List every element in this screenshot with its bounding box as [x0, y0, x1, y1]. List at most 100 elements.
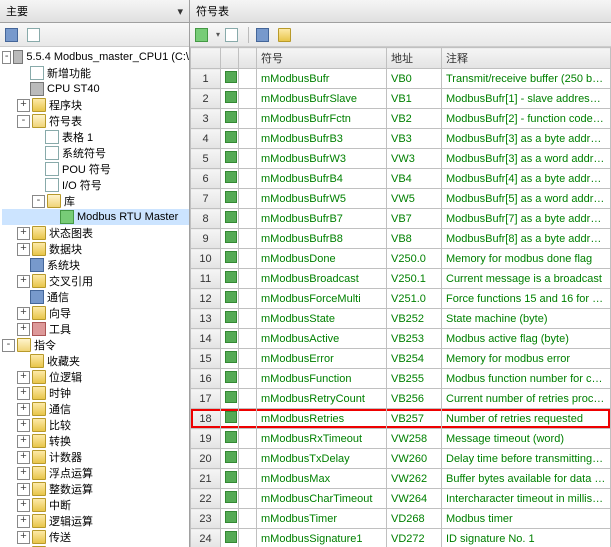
- symbol-cell[interactable]: mModbusBroadcast: [257, 269, 387, 289]
- expand-icon[interactable]: -: [2, 339, 15, 352]
- symbol-cell[interactable]: mModbusState: [257, 309, 387, 329]
- tree-instr[interactable]: 指令: [34, 337, 56, 353]
- symbol-cell[interactable]: mModbusDone: [257, 249, 387, 269]
- symbol-cell[interactable]: mModbusActive: [257, 329, 387, 349]
- rownum-cell[interactable]: 13: [191, 309, 221, 329]
- table-row[interactable]: 9mModbusBufrB8VB8ModbusBufr[8] as a byte…: [191, 229, 611, 249]
- rownum-cell[interactable]: 16: [191, 369, 221, 389]
- flag-cell[interactable]: [221, 69, 239, 89]
- tree-pousym[interactable]: POU 符号: [62, 161, 111, 177]
- flag-cell[interactable]: [221, 509, 239, 529]
- rownum-cell[interactable]: 23: [191, 509, 221, 529]
- rownum-cell[interactable]: 14: [191, 329, 221, 349]
- address-cell[interactable]: VB0: [387, 69, 442, 89]
- address-cell[interactable]: VB8: [387, 229, 442, 249]
- symbol-cell[interactable]: mModbusBufrB7: [257, 209, 387, 229]
- col-icon2[interactable]: [239, 48, 257, 69]
- flag2-cell[interactable]: [239, 429, 257, 449]
- rownum-cell[interactable]: 21: [191, 469, 221, 489]
- address-cell[interactable]: VB257: [387, 409, 442, 429]
- address-cell[interactable]: V251.0: [387, 289, 442, 309]
- flag-cell[interactable]: [221, 329, 239, 349]
- rownum-cell[interactable]: 22: [191, 489, 221, 509]
- tree-tool[interactable]: 工具: [49, 321, 71, 337]
- rownum-cell[interactable]: 3: [191, 109, 221, 129]
- comment-cell[interactable]: State machine (byte): [442, 309, 611, 329]
- comment-cell[interactable]: Intercharacter timeout in milliseconds: [442, 489, 611, 509]
- rownum-cell[interactable]: 8: [191, 209, 221, 229]
- expand-icon[interactable]: +: [17, 531, 30, 544]
- flag2-cell[interactable]: [239, 269, 257, 289]
- flag2-cell[interactable]: [239, 169, 257, 189]
- table-row[interactable]: 16mModbusFunctionVB255Modbus function nu…: [191, 369, 611, 389]
- tree-crossref[interactable]: 交叉引用: [49, 273, 93, 289]
- expand-icon[interactable]: -: [2, 51, 11, 64]
- flag-cell[interactable]: [221, 369, 239, 389]
- col-comment[interactable]: 注释: [442, 48, 611, 69]
- flag2-cell[interactable]: [239, 69, 257, 89]
- table-row[interactable]: 7mModbusBufrW5VW5ModbusBufr[5] as a word…: [191, 189, 611, 209]
- comment-cell[interactable]: Transmit/receive buffer (250 bytes): [442, 69, 611, 89]
- expand-icon[interactable]: +: [17, 499, 30, 512]
- tree-transfer[interactable]: 传送: [49, 529, 71, 545]
- comment-cell[interactable]: Modbus timer: [442, 509, 611, 529]
- toolbar-btn-1[interactable]: [4, 26, 22, 44]
- symbol-cell[interactable]: mModbusRetries: [257, 409, 387, 429]
- flag-cell[interactable]: [221, 409, 239, 429]
- table-row[interactable]: 24mModbusSignature1VD272ID signature No.…: [191, 529, 611, 547]
- expand-icon[interactable]: +: [17, 387, 30, 400]
- table-row[interactable]: 18mModbusRetriesVB257Number of retries r…: [191, 409, 611, 429]
- address-cell[interactable]: VW258: [387, 429, 442, 449]
- tb-btn-b[interactable]: [224, 26, 242, 44]
- rownum-cell[interactable]: 7: [191, 189, 221, 209]
- address-cell[interactable]: V250.0: [387, 249, 442, 269]
- tb-btn-d[interactable]: [277, 26, 295, 44]
- rownum-cell[interactable]: 9: [191, 229, 221, 249]
- tree-datablock[interactable]: 数据块: [49, 241, 82, 257]
- expand-icon[interactable]: -: [17, 115, 30, 128]
- flag-cell[interactable]: [221, 389, 239, 409]
- symbol-cell[interactable]: mModbusBufrSlave: [257, 89, 387, 109]
- address-cell[interactable]: VD268: [387, 509, 442, 529]
- comment-cell[interactable]: Number of retries requested: [442, 409, 611, 429]
- flag-cell[interactable]: [221, 349, 239, 369]
- address-cell[interactable]: VB254: [387, 349, 442, 369]
- flag2-cell[interactable]: [239, 469, 257, 489]
- address-cell[interactable]: VW262: [387, 469, 442, 489]
- table-row[interactable]: 2mModbusBufrSlaveVB1ModbusBufr[1] - slav…: [191, 89, 611, 109]
- rownum-cell[interactable]: 15: [191, 349, 221, 369]
- table-row[interactable]: 14mModbusActiveVB253Modbus active flag (…: [191, 329, 611, 349]
- expand-icon[interactable]: +: [17, 419, 30, 432]
- flag-cell[interactable]: [221, 209, 239, 229]
- flag-cell[interactable]: [221, 449, 239, 469]
- address-cell[interactable]: V250.1: [387, 269, 442, 289]
- expand-icon[interactable]: +: [17, 435, 30, 448]
- tree-symtab[interactable]: 符号表: [49, 113, 82, 129]
- rownum-cell[interactable]: 1: [191, 69, 221, 89]
- expand-icon[interactable]: +: [17, 371, 30, 384]
- flag2-cell[interactable]: [239, 309, 257, 329]
- flag-cell[interactable]: [221, 169, 239, 189]
- tree-clock[interactable]: 时钟: [49, 385, 71, 401]
- symbol-cell[interactable]: mModbusForceMulti: [257, 289, 387, 309]
- symbol-table-wrap[interactable]: 符号 地址 注释 1mModbusBufrVB0Transmit/receive…: [190, 47, 611, 547]
- toolbar-btn-2[interactable]: [26, 26, 44, 44]
- rownum-cell[interactable]: 20: [191, 449, 221, 469]
- tb-btn-a[interactable]: [194, 26, 212, 44]
- flag2-cell[interactable]: [239, 489, 257, 509]
- symbol-cell[interactable]: mModbusRetryCount: [257, 389, 387, 409]
- tree-rtumaster[interactable]: Modbus RTU Master: [77, 211, 178, 223]
- tree-intmath[interactable]: 整数运算: [49, 481, 93, 497]
- col-symbol[interactable]: 符号: [257, 48, 387, 69]
- rownum-cell[interactable]: 5: [191, 149, 221, 169]
- flag2-cell[interactable]: [239, 289, 257, 309]
- flag-cell[interactable]: [221, 469, 239, 489]
- expand-icon[interactable]: -: [32, 195, 45, 208]
- tree-statchart[interactable]: 状态图表: [49, 225, 93, 241]
- flag-cell[interactable]: [221, 189, 239, 209]
- symbol-cell[interactable]: mModbusBufrW3: [257, 149, 387, 169]
- symbol-cell[interactable]: mModbusBufrB8: [257, 229, 387, 249]
- flag-cell[interactable]: [221, 429, 239, 449]
- flag2-cell[interactable]: [239, 229, 257, 249]
- flag2-cell[interactable]: [239, 249, 257, 269]
